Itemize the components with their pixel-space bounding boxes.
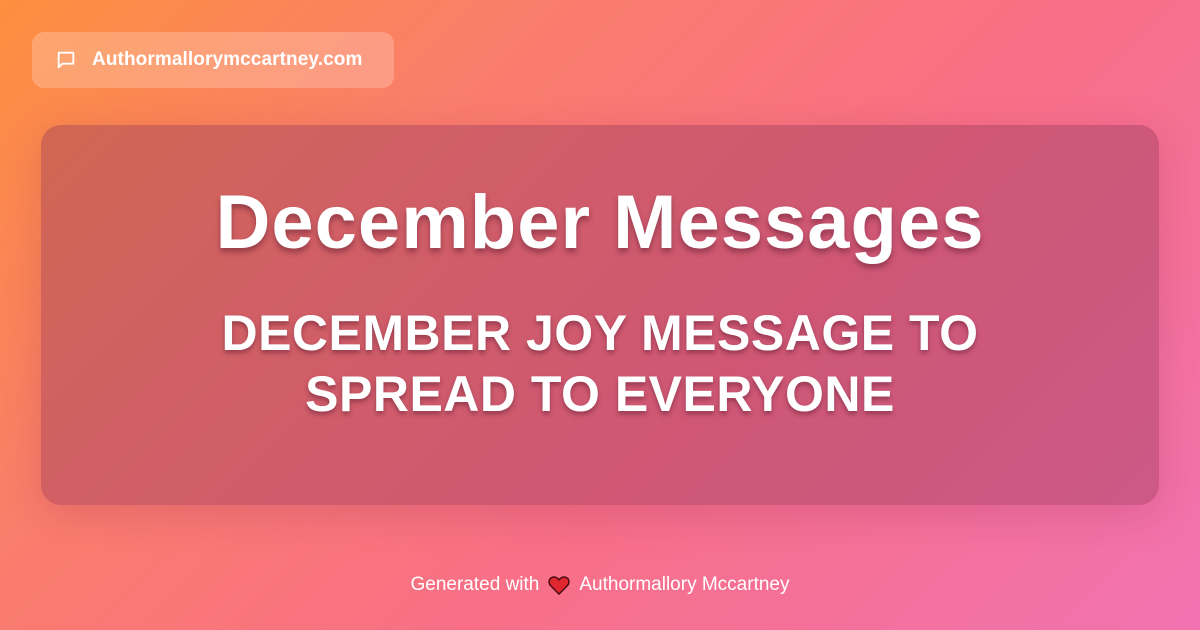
footer-prefix: Generated with (410, 574, 540, 595)
footer-author: Authormallory Mccartney (579, 574, 790, 595)
message-card: December Messages DECEMBER JOY MESSAGE T… (41, 125, 1159, 505)
chat-bubble-icon (54, 48, 78, 72)
page-title: December Messages (215, 180, 985, 265)
message-subtitle: DECEMBER JOY MESSAGE TO SPREAD TO EVERYO… (221, 305, 979, 422)
site-name: Authormallorymccartney.com (92, 49, 363, 70)
site-badge[interactable]: Authormallorymccartney.com (32, 32, 394, 88)
heart-icon (547, 574, 571, 596)
footer: Generated with Authormallory Mccartney (0, 574, 1200, 596)
